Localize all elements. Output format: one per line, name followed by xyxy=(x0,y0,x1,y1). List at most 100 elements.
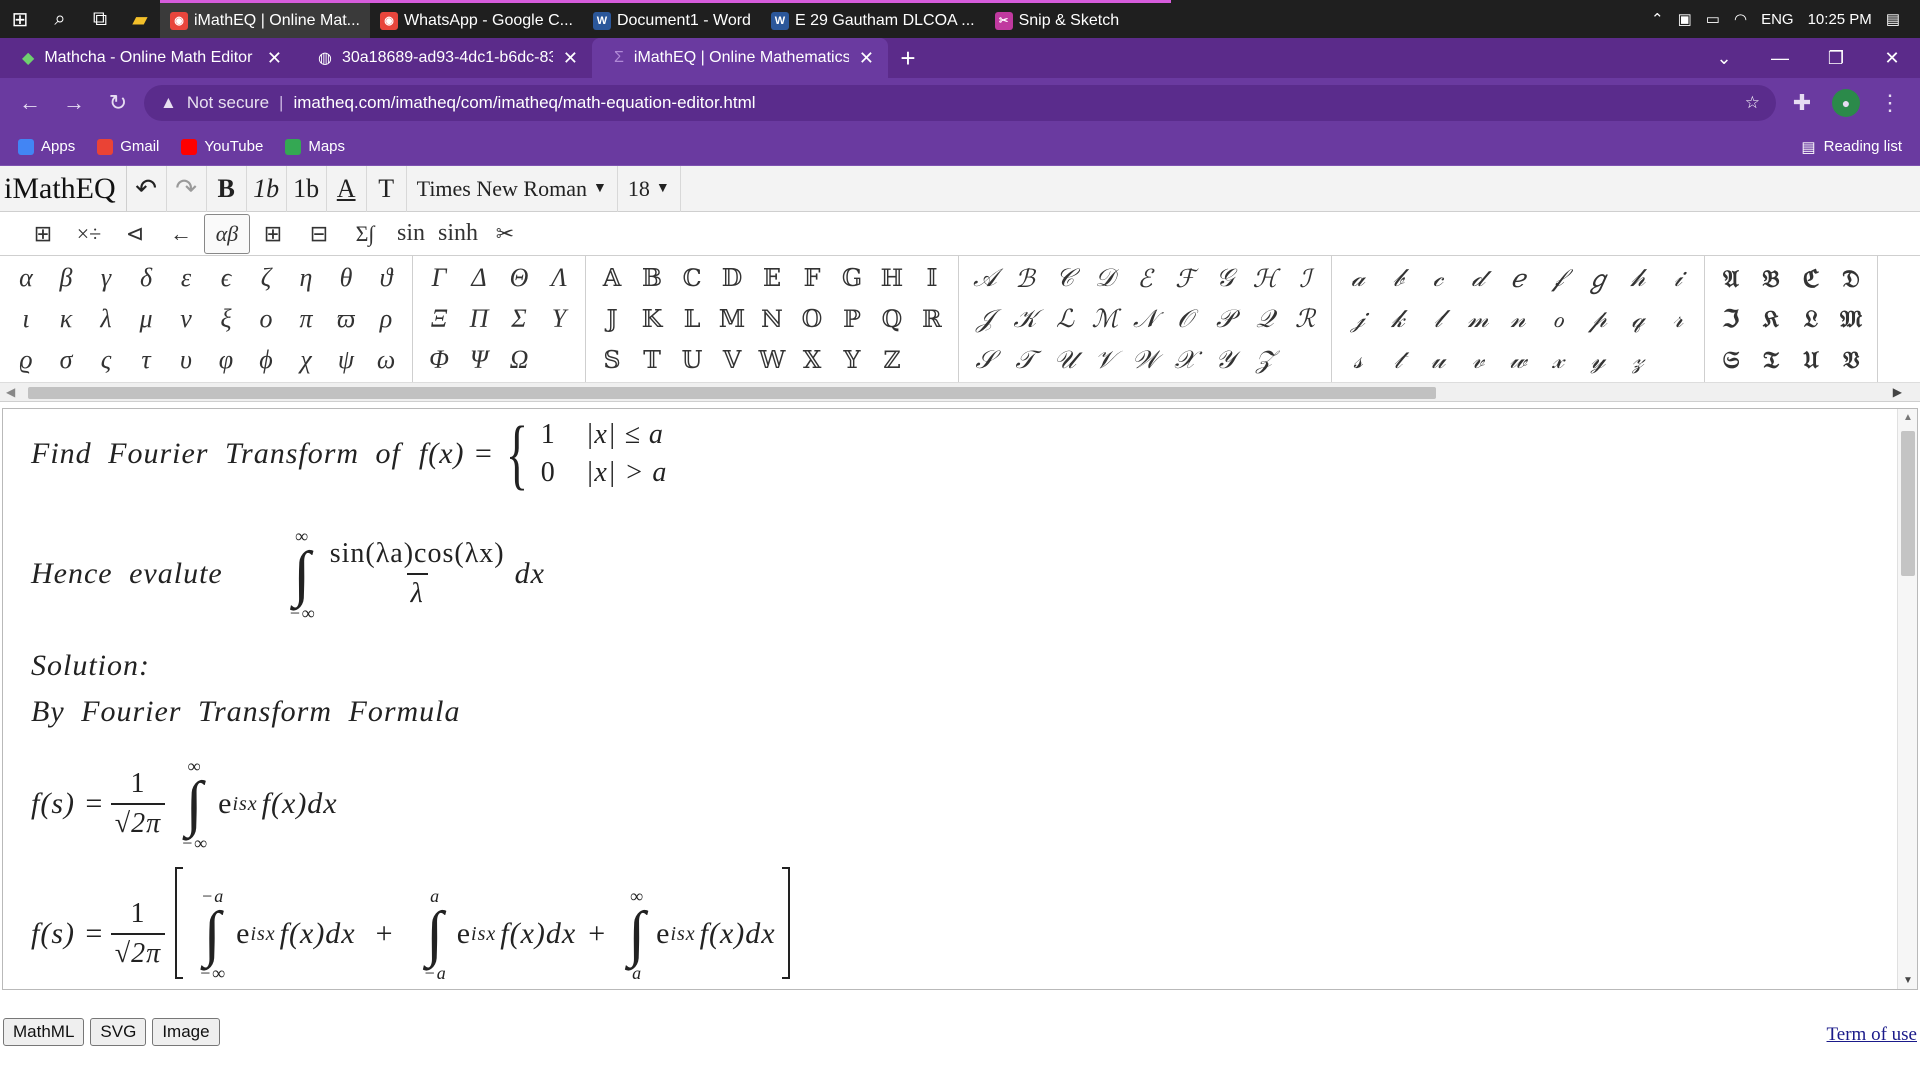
reload-icon[interactable]: ↻ xyxy=(100,85,136,121)
equation-line-split-integral[interactable]: f(s) = 1 √2π −a ∫ −∞ e isx f(x)dx + a ∫ −… xyxy=(31,867,790,982)
symbol-button[interactable]: 𝒞 xyxy=(1045,263,1085,293)
symbol-button[interactable]: 𝓃 xyxy=(1498,304,1538,334)
redo-icon[interactable]: ↷ xyxy=(167,165,207,212)
symbol-button[interactable]: ℐ xyxy=(1285,264,1325,293)
symbol-button[interactable]: 𝒜 xyxy=(965,263,1005,293)
symbol-button[interactable]: 𝒳 xyxy=(1165,345,1205,375)
scrollbar-thumb[interactable] xyxy=(1901,431,1915,576)
tab-fence-category[interactable]: ⊟ xyxy=(296,214,342,254)
clock[interactable]: 10:25 PM xyxy=(1808,11,1872,28)
symbol-button[interactable]: 𝒴 xyxy=(1205,345,1245,375)
tab-relations-category[interactable]: ⊲ xyxy=(112,214,158,254)
symbol-button[interactable]: 𝓌 xyxy=(1498,345,1538,375)
scroll-left-icon[interactable]: ◀ xyxy=(6,385,15,399)
search-icon[interactable]: ⌕ xyxy=(40,0,80,38)
taskbar-app-word-e29[interactable]: W E 29 Gautham DLCOA ... xyxy=(760,0,985,38)
symbol-button[interactable]: τ xyxy=(126,345,166,375)
palette-horizontal-scrollbar[interactable]: ◀ ▶ xyxy=(0,382,1920,402)
symbol-button[interactable]: 𝓀 xyxy=(1378,304,1418,334)
symbol-button[interactable]: 𝔖 xyxy=(1711,345,1751,374)
symbol-button[interactable]: 𝔄 xyxy=(1711,264,1751,293)
symbol-button[interactable]: ξ xyxy=(206,304,246,334)
symbol-button[interactable]: ℋ xyxy=(1245,264,1285,293)
warning-icon[interactable]: ▲ xyxy=(160,93,177,113)
symbol-button[interactable]: μ xyxy=(126,304,166,334)
task-view-icon[interactable]: ⧉ xyxy=(80,0,120,38)
symbol-button[interactable]: ℴ xyxy=(1538,304,1578,333)
symbol-button[interactable]: 𝕊 xyxy=(592,346,632,374)
symbol-button[interactable]: 𝒻 xyxy=(1538,263,1578,293)
symbol-button[interactable]: 𝒾 xyxy=(1658,263,1698,293)
symbol-button[interactable]: 𝔏 xyxy=(1791,304,1831,333)
symbol-button[interactable]: 𝒯 xyxy=(1005,345,1045,375)
symbol-button[interactable]: λ xyxy=(86,304,126,334)
scrollbar-thumb[interactable] xyxy=(28,387,1436,399)
tab-search-icon[interactable]: ⌄ xyxy=(1696,38,1752,78)
symbol-button[interactable]: 𝒰 xyxy=(1045,345,1085,375)
symbol-button[interactable]: κ xyxy=(46,304,86,334)
equation-line-solution[interactable]: Solution: xyxy=(31,649,150,683)
symbol-button[interactable]: ϱ xyxy=(6,345,46,375)
chevron-up-icon[interactable]: ⌃ xyxy=(1651,10,1664,28)
minimize-icon[interactable]: — xyxy=(1752,38,1808,78)
tab-functions-category[interactable]: sin xyxy=(388,214,434,254)
symbol-button[interactable]: 𝓉 xyxy=(1378,345,1418,375)
symbol-button[interactable]: ι xyxy=(6,304,46,334)
symbol-button[interactable]: 𝕆 xyxy=(792,305,832,333)
symbol-button[interactable]: 𝒿 xyxy=(1338,304,1378,334)
symbol-button[interactable]: 𝔽 xyxy=(792,264,832,292)
symbol-button[interactable]: ϑ xyxy=(366,263,406,293)
tab-layout-category[interactable]: ⊞ xyxy=(20,214,66,254)
font-size-select[interactable]: 18 ▼ xyxy=(618,165,681,212)
equation-line-formula-heading[interactable]: By Fourier Transform Formula xyxy=(31,695,461,729)
taskbar-app-word-doc1[interactable]: W Document1 - Word xyxy=(582,0,761,38)
extensions-icon[interactable]: ✚ xyxy=(1784,85,1820,121)
text-mode-button[interactable]: T xyxy=(367,165,407,212)
tab-greek-category[interactable]: αβ xyxy=(204,213,250,254)
editor-vertical-scrollbar[interactable]: ▲ ▼ xyxy=(1897,409,1917,989)
symbol-button[interactable]: 𝒮 xyxy=(965,345,1005,375)
scroll-up-icon[interactable]: ▲ xyxy=(1903,412,1913,423)
equation-editor-canvas[interactable]: ▲ ▼ Find Fourier Transform of f(x) = { 1… xyxy=(2,408,1918,990)
battery-icon[interactable]: ▭ xyxy=(1706,10,1720,28)
symbol-button[interactable]: 𝔎 xyxy=(1751,304,1791,333)
symbol-button[interactable]: Ξ xyxy=(419,304,459,334)
symbol-button[interactable]: ℒ xyxy=(1045,304,1085,333)
symbol-button[interactable]: ℙ xyxy=(832,305,872,333)
symbol-button[interactable]: Θ xyxy=(499,263,539,293)
symbol-button[interactable]: 𝒶 xyxy=(1338,263,1378,293)
symbol-button[interactable]: 𝒟 xyxy=(1085,263,1125,293)
symbol-button[interactable]: 𝓁 xyxy=(1418,304,1458,334)
symbol-button[interactable]: 𝓆 xyxy=(1618,304,1658,334)
symbol-button[interactable]: 𝓈 xyxy=(1338,345,1378,375)
symbol-button[interactable]: Φ xyxy=(419,345,459,375)
symbol-button[interactable]: 𝔻 xyxy=(712,264,752,292)
symbol-button[interactable]: 𝓊 xyxy=(1418,345,1458,375)
symbol-button[interactable]: β xyxy=(46,263,86,293)
symbol-button[interactable]: Π xyxy=(459,304,499,334)
symbol-button[interactable]: Ψ xyxy=(459,345,499,375)
url-text[interactable]: imatheq.com/imatheq/com/imatheq/math-equ… xyxy=(293,93,1734,113)
profile-avatar[interactable]: ● xyxy=(1828,85,1864,121)
symbol-button[interactable]: 𝕄 xyxy=(712,305,752,333)
italic-button[interactable]: 1b xyxy=(247,165,287,212)
upright-button[interactable]: 1b xyxy=(287,165,327,212)
tab-arrows-category[interactable]: ← xyxy=(158,214,204,254)
symbol-button[interactable]: 𝕀 xyxy=(912,264,952,292)
bold-button[interactable]: B xyxy=(207,165,247,212)
symbol-button[interactable]: 𝒹 xyxy=(1458,263,1498,293)
bookmark-apps[interactable]: Apps xyxy=(18,138,75,155)
symbol-button[interactable]: 𝕃 xyxy=(672,305,712,333)
tab-hyperbolic-category[interactable]: sinh xyxy=(434,214,482,254)
symbol-button[interactable]: ℍ xyxy=(872,264,912,292)
scroll-down-icon[interactable]: ▼ xyxy=(1903,975,1913,986)
symbol-button[interactable]: ℱ xyxy=(1165,264,1205,293)
scroll-right-icon[interactable]: ▶ xyxy=(1893,385,1902,399)
symbol-button[interactable]: ℂ xyxy=(672,264,712,292)
symbol-button[interactable]: 𝒷 xyxy=(1378,263,1418,293)
tab-tools-category[interactable]: ✂ xyxy=(482,214,528,254)
symbol-button[interactable]: 𝕁 xyxy=(592,305,632,333)
symbol-button[interactable]: ℰ xyxy=(1125,264,1165,293)
export-mathml-button[interactable]: MathML xyxy=(3,1018,85,1046)
menu-icon[interactable]: ⋮ xyxy=(1872,85,1908,121)
